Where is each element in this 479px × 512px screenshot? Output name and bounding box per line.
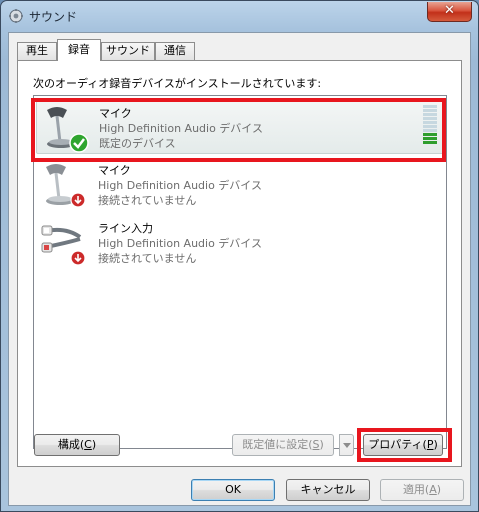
chevron-down-icon [343,443,351,448]
set-default-dropdown[interactable] [339,434,354,456]
level-segment [423,117,437,120]
tab-playback[interactable]: 再生 [17,42,57,60]
device-status: 既定のデバイス [99,137,176,150]
properties-label: プロパティ( [368,438,427,451]
level-segment [423,105,437,108]
level-segment [423,113,437,116]
device-driver: High Definition Audio デバイス [99,122,263,135]
device-status: 接続されていません [98,252,197,265]
cancel-button[interactable]: キャンセル [286,479,370,501]
configure-button[interactable]: 構成(C) [34,434,120,456]
set-default-label-end: ) [319,438,324,451]
configure-label: 構成( [57,438,85,451]
device-item-microphone-disconnected[interactable]: マイク High Definition Audio デバイス 接続されていません [36,156,444,212]
recording-device-list[interactable]: マイク High Definition Audio デバイス 既定のデバイス マ… [33,95,447,449]
unplugged-badge-icon [70,250,86,266]
dialog-client-area: 再生 録音 サウンド 通信 次のオーディオ録音デバイスがインストールされています… [8,32,471,506]
level-segment [423,129,437,132]
device-item-microphone-default[interactable]: マイク High Definition Audio デバイス 既定のデバイス [36,98,444,154]
properties-label-end: ) [433,438,438,451]
device-name: マイク [99,107,132,120]
close-button[interactable]: ✕ [427,2,472,22]
window-title: サウンド [29,10,78,24]
ok-button[interactable]: OK [191,479,275,501]
instruction-text: 次のオーディオ録音デバイスがインストールされています: [33,77,322,90]
unplugged-badge-icon [70,192,86,208]
check-badge-icon [69,133,89,153]
level-segment [423,141,437,144]
level-segment [423,121,437,124]
tab-communications[interactable]: 通信 [155,42,195,60]
level-segment [423,125,437,128]
device-driver: High Definition Audio デバイス [98,179,262,192]
configure-accel-key: C [84,438,92,451]
sound-dialog-window: サウンド ✕ 再生 録音 サウンド 通信 次のオーディオ録音デバイスがインストー… [0,0,479,512]
level-segment [423,137,437,140]
apply-accel-key: A [429,483,437,496]
recording-tab-panel: 次のオーディオ録音デバイスがインストールされています: マイク High Def… [17,60,462,467]
device-name: ライン入力 [98,222,153,235]
input-level-meter [423,105,437,147]
level-segment [423,109,437,112]
device-status: 接続されていません [98,194,197,207]
apply-label-end: ) [436,483,442,496]
speaker-settings-icon [9,9,23,23]
apply-button[interactable]: 適用(A) [380,479,464,501]
apply-label: 適用( [402,483,430,496]
tab-sounds[interactable]: サウンド [101,42,155,60]
set-default-button[interactable]: 既定値に設定(S) [232,434,334,456]
device-item-line-in[interactable]: ライン入力 High Definition Audio デバイス 接続されていま… [36,214,444,270]
set-default-label: 既定値に設定( [242,438,313,451]
level-segment [423,133,437,136]
device-driver: High Definition Audio デバイス [98,237,262,250]
configure-label-end: ) [91,438,97,451]
device-name: マイク [98,164,131,177]
tab-recording[interactable]: 録音 [57,39,101,61]
properties-button[interactable]: プロパティ(P) [363,434,443,456]
title-bar[interactable]: サウンド ✕ [1,1,478,31]
